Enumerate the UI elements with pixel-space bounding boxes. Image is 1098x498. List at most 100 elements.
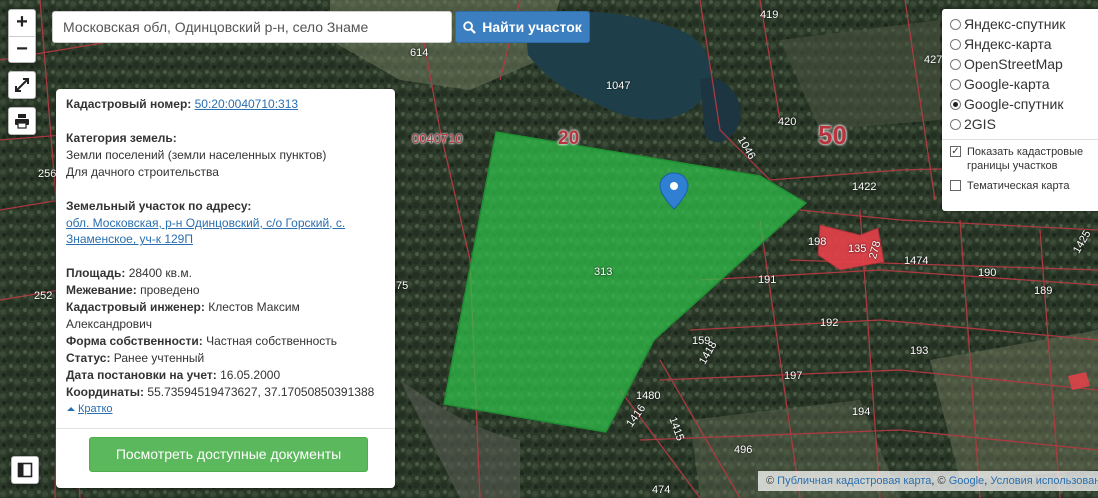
panel-icon bbox=[17, 462, 33, 478]
date-value: 16.05.2000 bbox=[220, 367, 281, 382]
find-parcel-button[interactable]: Найти участок bbox=[455, 11, 590, 43]
search-input[interactable] bbox=[53, 12, 451, 42]
area-value: 28400 кв.м. bbox=[128, 266, 192, 281]
parcel-number: 192 bbox=[820, 317, 839, 329]
parcel-number: 1474 bbox=[904, 255, 929, 267]
show-borders-label: Показать кадастровые границы участков bbox=[967, 146, 1084, 172]
expand-icon bbox=[15, 78, 29, 92]
parcel-number: 75 bbox=[396, 280, 409, 292]
layer-label: Google-спутник bbox=[964, 96, 1064, 112]
parcel-number: 135 bbox=[848, 243, 867, 255]
address-link[interactable]: обл. Московская, р-н Одинцовский, с/о Го… bbox=[66, 216, 345, 230]
cadastral-number-row: Кадастровый номер: 50:20:0040710:313 bbox=[66, 96, 385, 113]
checkbox-checked-icon: ✓ bbox=[950, 146, 961, 157]
radio-icon bbox=[950, 18, 961, 30]
thematic-map-label: Тематическая карта bbox=[967, 180, 1070, 192]
cadastral-number-link[interactable]: 50:20:0040710:313 bbox=[195, 97, 298, 111]
attribution-separator: , © bbox=[931, 475, 946, 487]
coords-row: Координаты: 55.73594519473627, 37.170508… bbox=[66, 384, 385, 401]
caret-up-icon bbox=[67, 407, 75, 412]
radio-icon bbox=[950, 38, 961, 50]
address-label: Земельный участок по адресу: bbox=[66, 198, 252, 213]
district-label: 50 bbox=[818, 120, 847, 150]
zoom-out-button[interactable]: − bbox=[9, 37, 35, 63]
parcel-number: 256 bbox=[38, 168, 57, 180]
date-label: Дата постановки на учет: bbox=[66, 367, 217, 382]
cadastral-map-link[interactable]: Публичная кадастровая карта bbox=[777, 475, 931, 487]
copyright-symbol: © bbox=[766, 475, 775, 487]
parcel-number: 189 bbox=[1034, 285, 1053, 297]
parcel-number: 496 bbox=[734, 444, 753, 456]
brief-toggle[interactable]: Кратко bbox=[66, 401, 385, 418]
area-label: Площадь: bbox=[66, 266, 126, 281]
map-attribution: © Публичная кадастровая карта, © Google,… bbox=[758, 471, 1098, 491]
layer-option-osm[interactable]: OpenStreetMap bbox=[950, 54, 1090, 74]
survey-label: Межевание: bbox=[66, 283, 137, 298]
layer-label: Яндекс-спутник bbox=[964, 16, 1066, 32]
coords-label: Координаты: bbox=[66, 384, 145, 399]
engineer-row: Кадастровый инженер: Клестов Максим bbox=[66, 299, 385, 316]
layer-label: 2GIS bbox=[964, 116, 996, 132]
category-value-2: Для дачного строительства bbox=[66, 164, 219, 179]
parcel-number: 197 bbox=[784, 370, 803, 382]
radio-icon bbox=[950, 118, 961, 130]
layer-switcher: Яндекс-спутник Яндекс-карта OpenStreetMa… bbox=[942, 9, 1098, 211]
radio-icon bbox=[950, 78, 961, 90]
layer-option-google-sat[interactable]: Google-спутник bbox=[950, 94, 1090, 114]
parcel-number: 474 bbox=[652, 484, 671, 496]
printer-icon bbox=[15, 114, 29, 129]
brief-link[interactable]: Кратко bbox=[78, 401, 113, 418]
checkbox-icon bbox=[950, 180, 961, 191]
address-link-2[interactable]: Знаменское, уч-к 129П bbox=[66, 232, 193, 246]
parcel-number: 419 bbox=[760, 9, 779, 21]
status-label: Статус: bbox=[66, 350, 111, 365]
parcel-number: 427 bbox=[924, 54, 943, 66]
category-label: Категория земель: bbox=[66, 130, 177, 145]
parcel-info-panel: Кадастровый номер: 50:20:0040710:313 Кат… bbox=[56, 89, 395, 488]
thematic-map-checkbox[interactable]: Тематическая карта bbox=[950, 179, 1090, 193]
parcel-number: 194 bbox=[852, 406, 871, 418]
engineer-value-2: Александрович bbox=[66, 317, 153, 332]
google-link[interactable]: Google bbox=[949, 475, 984, 487]
layer-option-google-map[interactable]: Google-карта bbox=[950, 74, 1090, 94]
search-box bbox=[52, 11, 452, 43]
fullscreen-button[interactable] bbox=[8, 71, 36, 99]
layer-option-yandex-map[interactable]: Яндекс-карта bbox=[950, 34, 1090, 54]
survey-row: Межевание: проведено bbox=[66, 282, 385, 299]
parcel-number: 614 bbox=[410, 47, 429, 59]
cadastral-number-label: Кадастровый номер: bbox=[66, 97, 192, 111]
zoom-in-button[interactable]: + bbox=[9, 10, 35, 37]
parcel-number: 191 bbox=[758, 274, 777, 286]
coords-value: 55.73594519473627, 37.17050850391388 bbox=[147, 384, 375, 399]
radio-icon bbox=[950, 58, 961, 70]
sidebar-toggle-button[interactable] bbox=[11, 456, 39, 484]
radio-selected-icon bbox=[950, 98, 961, 110]
show-borders-checkbox[interactable]: ✓ Показать кадастровые границы участков bbox=[950, 145, 1090, 173]
parcel-number: 1480 bbox=[636, 390, 661, 402]
terms-link[interactable]: Условия использования bbox=[990, 475, 1098, 487]
view-documents-button[interactable]: Посмотреть доступные документы bbox=[89, 437, 368, 472]
quarter-label: 20 bbox=[558, 128, 580, 149]
engineer-value: Клестов Максим bbox=[208, 300, 300, 315]
layer-label: Яндекс-карта bbox=[964, 36, 1052, 52]
parcel-number: 1422 bbox=[852, 181, 877, 193]
status-row: Статус: Ранее учтенный bbox=[66, 350, 385, 367]
parcel-number: 193 bbox=[910, 345, 929, 357]
area-row: Площадь: 28400 кв.м. bbox=[66, 265, 385, 282]
zoom-control: + − bbox=[8, 9, 36, 63]
block-label: 0040710 bbox=[412, 131, 463, 146]
ownership-row: Форма собственности: Частная собственнос… bbox=[66, 333, 385, 350]
print-button[interactable] bbox=[8, 107, 36, 135]
find-parcel-label: Найти участок bbox=[482, 19, 582, 35]
category-value-1: Земли поселений (земли населенных пункто… bbox=[66, 147, 327, 162]
layer-option-yandex-sat[interactable]: Яндекс-спутник bbox=[950, 14, 1090, 34]
parcel-number: 1047 bbox=[606, 80, 631, 92]
layer-label: OpenStreetMap bbox=[964, 56, 1063, 72]
parcel-number: 198 bbox=[808, 236, 827, 248]
layer-option-2gis[interactable]: 2GIS bbox=[950, 114, 1090, 134]
survey-value: проведено bbox=[140, 283, 200, 298]
ownership-value: Частная собственность bbox=[206, 333, 338, 348]
status-value: Ранее учтенный bbox=[113, 350, 205, 365]
parcel-number: 190 bbox=[978, 267, 997, 279]
engineer-label: Кадастровый инженер: bbox=[66, 300, 205, 315]
